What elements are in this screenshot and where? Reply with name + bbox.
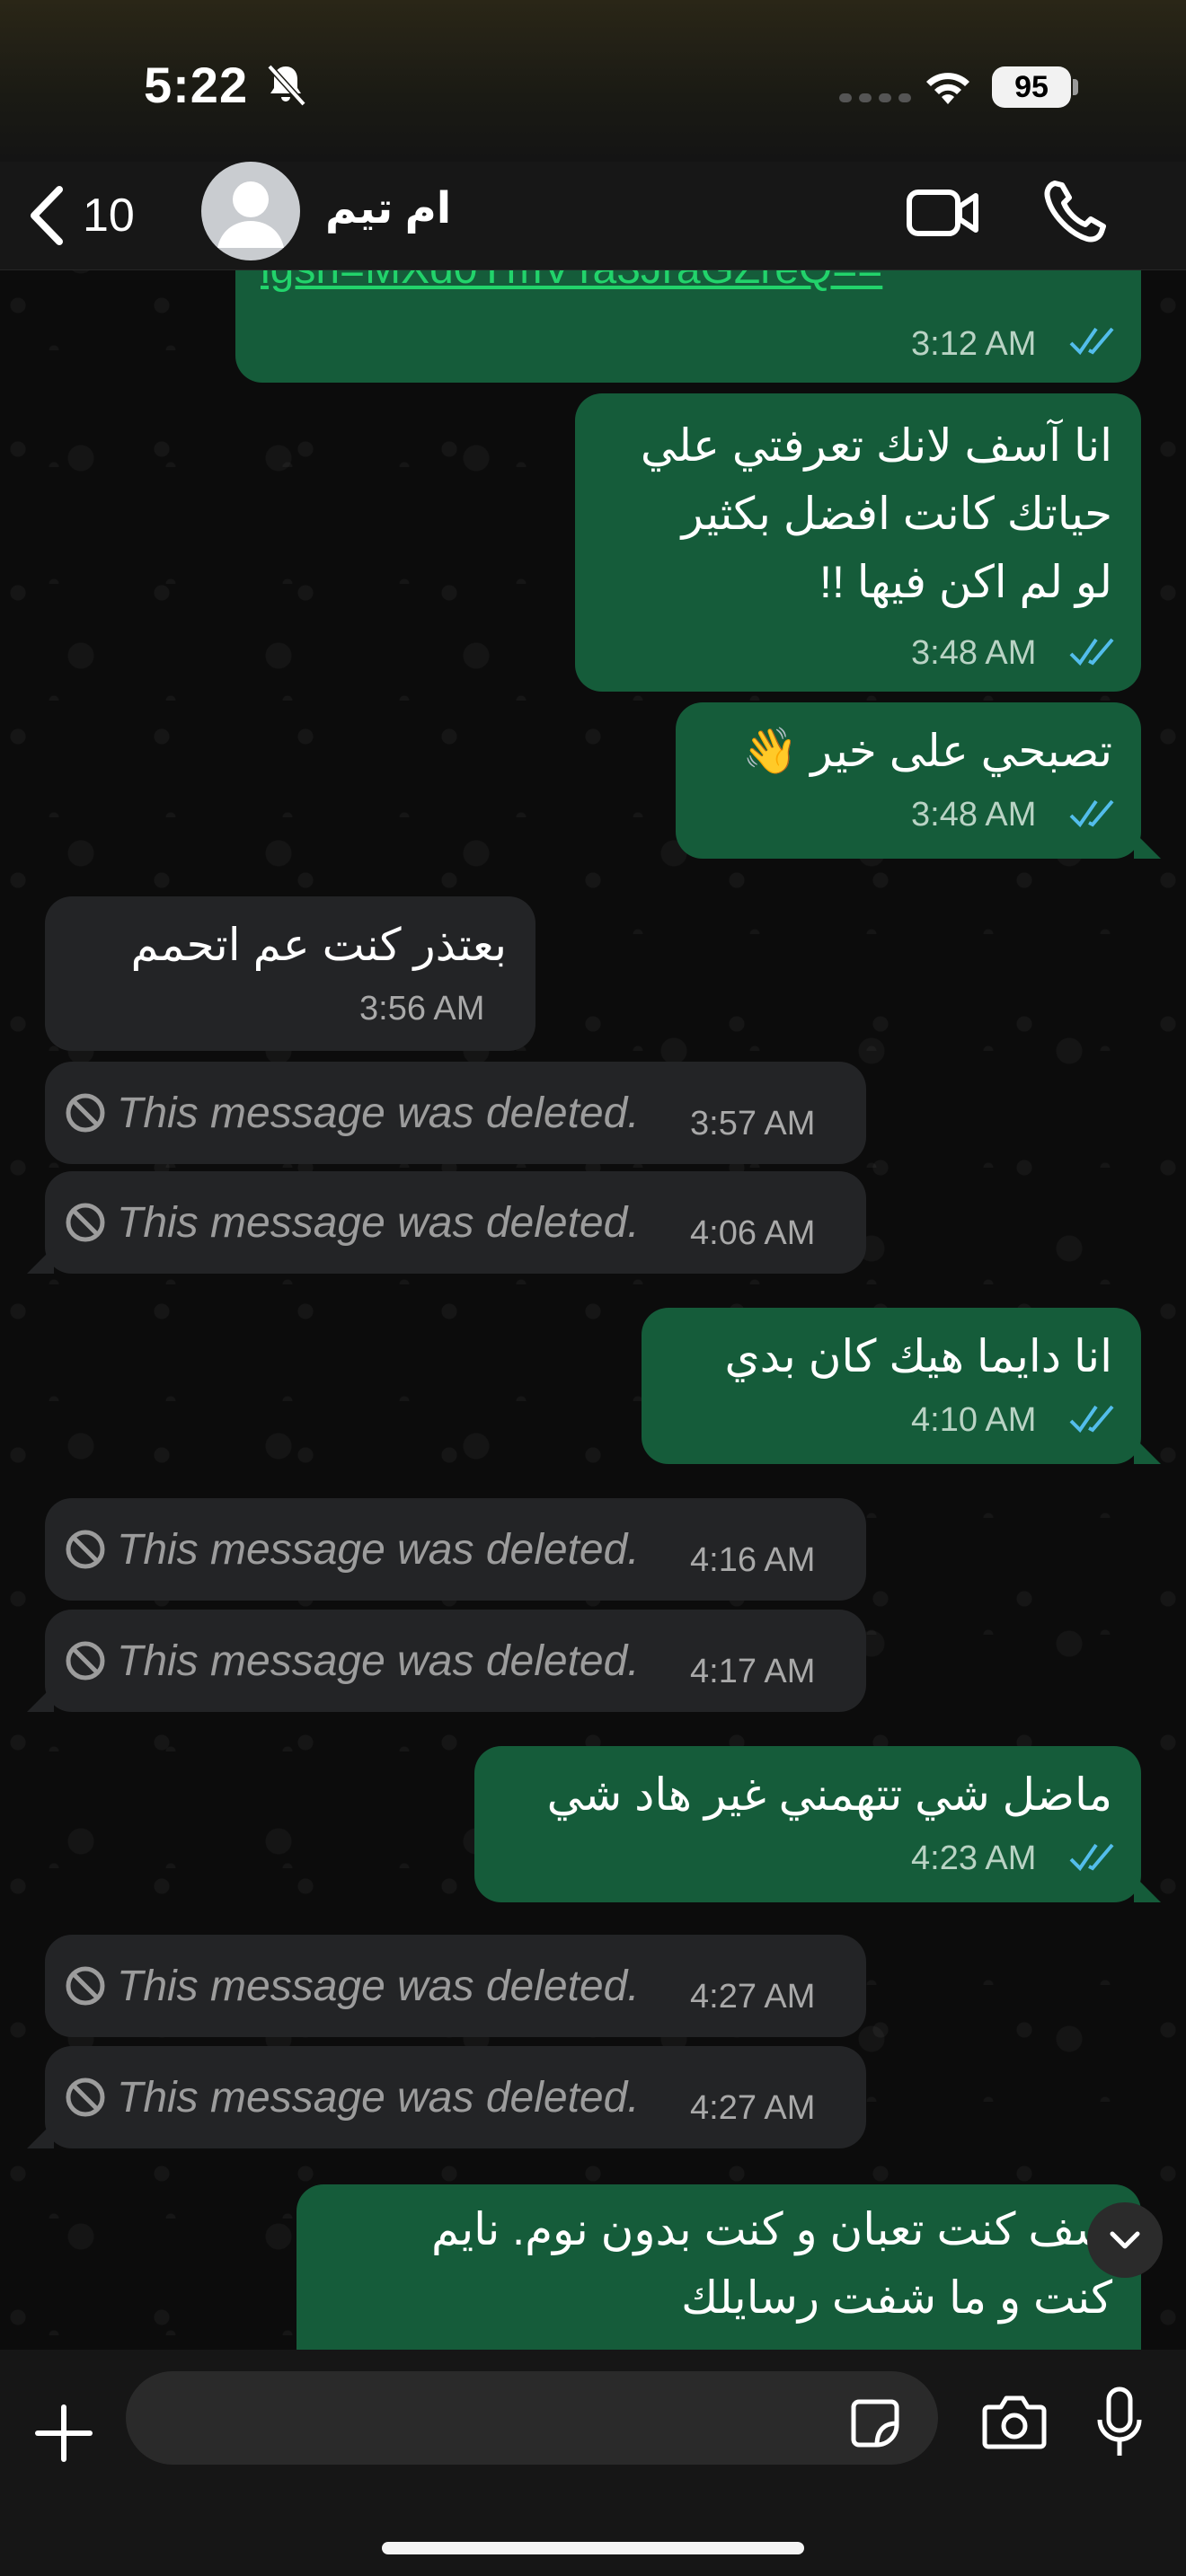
read-ticks-icon bbox=[1069, 799, 1114, 828]
message-line: تصبحي على خير 👋 bbox=[742, 726, 1112, 776]
message-input[interactable] bbox=[126, 2371, 938, 2465]
battery-cap bbox=[1073, 79, 1078, 95]
chevron-down-icon bbox=[1110, 2231, 1140, 2249]
deleted-message[interactable]: This message was deleted. 4:16 AM bbox=[45, 1498, 866, 1601]
outgoing-message[interactable]: انا دايما هيك كان بدي 4:10 AM bbox=[642, 1308, 1141, 1464]
message-composer bbox=[0, 2350, 1186, 2576]
wifi-icon bbox=[926, 73, 969, 104]
message-time: 4:17 AM bbox=[690, 1653, 816, 1690]
blocked-icon bbox=[66, 1530, 105, 1569]
unread-count: 10 bbox=[83, 190, 135, 242]
deleted-text: This message was deleted. bbox=[117, 1090, 640, 1137]
plus-icon[interactable] bbox=[34, 2404, 93, 2463]
bell-mute-icon bbox=[267, 64, 306, 107]
message-time: 4:27 AM bbox=[690, 2089, 816, 2127]
back-button[interactable]: 10 bbox=[27, 178, 135, 253]
deleted-text: This message was deleted. bbox=[117, 1526, 640, 1574]
message-line: بعتذر كنت عم اتحمم bbox=[130, 920, 507, 970]
read-ticks-icon bbox=[1069, 1843, 1114, 1872]
message-line: كنت و ما شفت رسايلك bbox=[681, 2272, 1112, 2323]
deleted-text: This message was deleted. bbox=[117, 1963, 640, 2010]
outgoing-message[interactable]: تصبحي على خير 👋 3:48 AM bbox=[676, 702, 1141, 859]
blocked-icon bbox=[66, 1203, 105, 1242]
deleted-text: This message was deleted. bbox=[117, 1637, 640, 1685]
microphone-icon[interactable] bbox=[1094, 2386, 1145, 2461]
message-time: 4:06 AM bbox=[690, 1214, 816, 1252]
message-time: 4:23 AM bbox=[911, 1839, 1037, 1877]
default-avatar-icon bbox=[217, 181, 284, 248]
blocked-icon bbox=[66, 1641, 105, 1681]
outgoing-message[interactable]: انا آسف لانك تعرفتي علي حياتك كانت افضل … bbox=[575, 393, 1141, 692]
message-line: لو لم اكن فيها !! bbox=[819, 557, 1112, 607]
blocked-icon bbox=[66, 1966, 105, 2006]
blocked-icon bbox=[66, 1093, 105, 1133]
deleted-text: This message was deleted. bbox=[117, 2074, 640, 2122]
status-bar: 5:22 95 bbox=[0, 0, 1186, 162]
read-ticks-icon bbox=[1069, 1405, 1114, 1434]
message-time: 4:27 AM bbox=[690, 1978, 816, 2016]
message-time: 3:48 AM bbox=[911, 634, 1037, 672]
message-time: 3:48 AM bbox=[911, 796, 1037, 834]
message-line: انا دايما هيك كان بدي bbox=[724, 1331, 1112, 1381]
message-time: 3:57 AM bbox=[690, 1105, 816, 1142]
battery-indicator: 95 bbox=[992, 66, 1071, 108]
contact-name[interactable]: ام تيم bbox=[325, 183, 451, 234]
read-ticks-icon bbox=[1069, 638, 1114, 666]
message-line: ماضل شي تتهمني غير هاد شي bbox=[546, 1769, 1112, 1820]
deleted-message[interactable]: This message was deleted. 4:17 AM bbox=[45, 1610, 866, 1712]
blocked-icon bbox=[66, 2078, 105, 2117]
chat-header: 10 ام تيم bbox=[0, 162, 1186, 270]
video-call-icon[interactable] bbox=[906, 181, 981, 244]
read-ticks-icon bbox=[1069, 327, 1114, 356]
chevron-left-icon bbox=[31, 186, 63, 245]
sticker-icon[interactable] bbox=[848, 2396, 902, 2450]
message-line: انا آسف لانك تعرفتي علي bbox=[640, 420, 1112, 471]
message-line: حياتك كانت افضل بكثير bbox=[681, 489, 1112, 539]
deleted-message[interactable]: This message was deleted. 3:57 AM bbox=[45, 1062, 866, 1164]
scroll-to-bottom-button[interactable] bbox=[1087, 2202, 1163, 2278]
message-time: 3:56 AM bbox=[359, 990, 485, 1028]
camera-icon[interactable] bbox=[981, 2393, 1048, 2450]
deleted-text: This message was deleted. bbox=[117, 1199, 640, 1247]
status-time: 5:22 bbox=[144, 57, 249, 113]
incoming-message[interactable]: بعتذر كنت عم اتحمم 3:56 AM bbox=[45, 896, 535, 1051]
home-indicator[interactable] bbox=[382, 2542, 804, 2554]
deleted-message[interactable]: This message was deleted. 4:27 AM bbox=[45, 2046, 866, 2148]
message-line: سف كنت تعبان و كنت بدون نوم. نايم bbox=[430, 2204, 1112, 2254]
message-time: 3:12 AM bbox=[911, 325, 1037, 363]
deleted-message[interactable]: This message was deleted. 4:06 AM bbox=[45, 1171, 866, 1274]
contact-avatar[interactable] bbox=[201, 162, 300, 260]
outgoing-message[interactable]: ماضل شي تتهمني غير هاد شي 4:23 AM bbox=[474, 1746, 1141, 1902]
message-time: 4:16 AM bbox=[690, 1541, 816, 1579]
cellular-signal-icon bbox=[839, 93, 911, 102]
phone-call-icon[interactable] bbox=[1042, 178, 1109, 246]
message-time: 4:10 AM bbox=[911, 1401, 1037, 1439]
deleted-message[interactable]: This message was deleted. 4:27 AM bbox=[45, 1935, 866, 2037]
